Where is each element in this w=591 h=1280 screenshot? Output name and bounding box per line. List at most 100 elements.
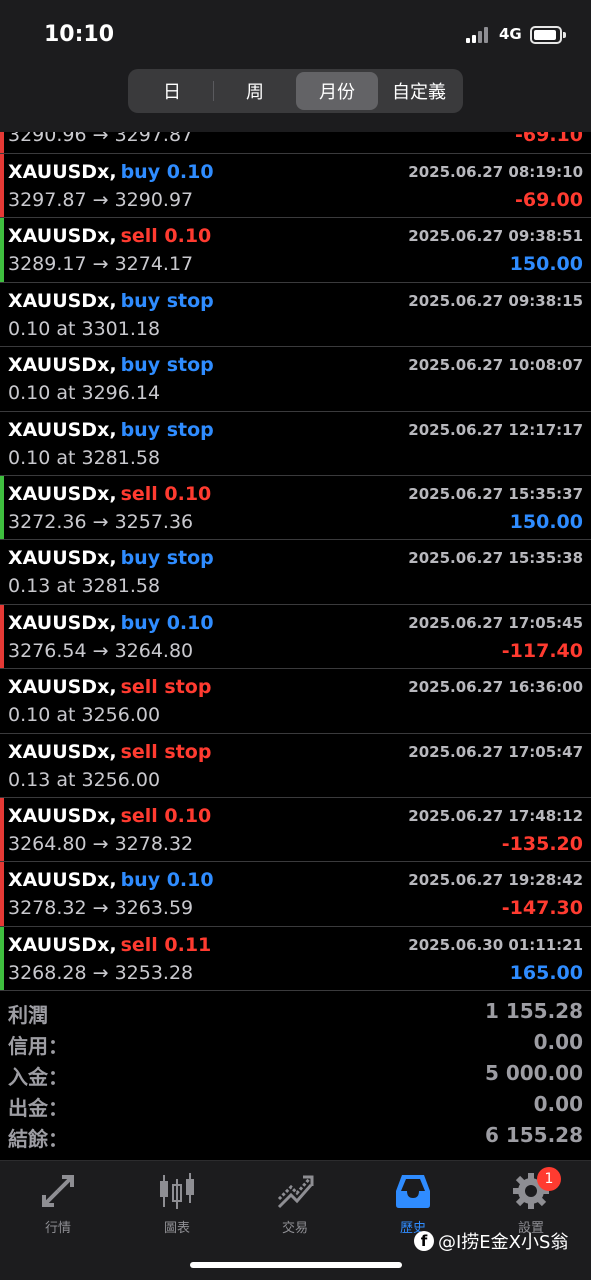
summary-label: 入金： — [8, 1065, 68, 1089]
trade-symbol: XAUUSDx, buy stop — [8, 547, 214, 569]
history-row[interactable]: XAUUSDx, sell 0.11 2025.06.30 01:11:21 3268… — [0, 926, 591, 992]
trade-time: 2025.06.27 12:17:17 — [408, 420, 583, 439]
battery-icon — [530, 26, 566, 44]
trade-detail: 3278.32 → 3263.59 — [8, 897, 194, 920]
trade-detail: 3268.28 → 3253.28 — [8, 961, 194, 984]
history-row[interactable]: XAUUSDx, sell 0.10 2025.06.27 09:38:51 3289… — [0, 218, 591, 283]
status-time: 10:10 — [44, 22, 115, 47]
watermark-text: @I捞E金X小S翁 — [438, 1232, 569, 1253]
signal-icon — [466, 27, 494, 43]
loss-indicator-bar — [0, 862, 4, 926]
trade-symbol: XAUUSDx, buy 0.10 — [8, 612, 214, 634]
symbol-name: XAUUSDx, — [8, 289, 117, 312]
trade-detail: 3272.36 → 3257.36 — [8, 510, 194, 533]
history-row[interactable]: XAUUSDx, buy 0.10 2025.06.27 08:19:10 3297.… — [0, 154, 591, 219]
history-row[interactable]: XAUUSDx, buy stop 2025.06.27 15:35:38 0.13 … — [0, 540, 591, 605]
summary-label: 利潤 — [8, 1003, 48, 1027]
tab-settings[interactable]: 1 設置 — [481, 1167, 581, 1236]
trade-profit: -69.00 — [515, 189, 583, 211]
summary-value: 5 000.00 — [484, 1061, 583, 1085]
tab-trade[interactable]: 交易 — [245, 1171, 345, 1236]
history-row[interactable]: XAUUSDx, buy stop 2025.06.27 12:17:17 0.10 … — [0, 412, 591, 476]
symbol-name: XAUUSDx, — [8, 740, 117, 763]
trade-detail: 3264.80 → 3278.32 — [8, 832, 194, 855]
trade-detail: 0.13 at 3256.00 — [8, 768, 161, 791]
symbol-name: XAUUSDx, — [8, 482, 117, 505]
summary-value: 0.00 — [533, 1092, 583, 1116]
trade-symbol: XAUUSDx, sell 0.10 — [8, 483, 211, 505]
trade-detail: 0.10 at 3301.18 — [8, 317, 161, 340]
trade-detail: 3290.96 → 3297.87 — [8, 132, 194, 146]
trade-action: buy stop — [120, 418, 214, 441]
trade-action: sell 0.10 — [120, 225, 212, 248]
tab-week[interactable]: 周 — [214, 72, 296, 110]
tab-day[interactable]: 日 — [131, 72, 213, 110]
history-row[interactable]: XAUUSDx, sell 0.10 2025.06.27 15:35:37 3272… — [0, 475, 591, 541]
trade-profit: 150.00 — [509, 510, 583, 533]
trade-symbol: XAUUSDx, sell 0.11 — [8, 934, 211, 956]
history-row[interactable]: XAUUSDx, buy 0.10 2025.06.27 17:05:45 3276.… — [0, 604, 591, 670]
trade-action: sell stop — [120, 740, 212, 763]
notification-badge: 1 — [537, 1167, 561, 1191]
trade-time: 2025.06.27 17:05:47 — [408, 742, 583, 761]
tab-history[interactable]: 歷史 — [363, 1171, 463, 1236]
trade-profit: -147.30 — [501, 897, 583, 920]
history-row-partial[interactable]: 3290.96 → 3297.87 -69.10 — [0, 132, 591, 154]
trade-profit: -69.10 — [515, 132, 583, 146]
history-row[interactable]: XAUUSDx, sell stop 2025.06.27 16:36:00 0.10… — [0, 669, 591, 734]
symbol-name: XAUUSDx, — [8, 611, 117, 634]
trade-profit: -117.40 — [501, 639, 583, 662]
network-type: 4G — [499, 25, 522, 43]
trade-time: 2025.06.27 15:35:38 — [408, 549, 583, 568]
trade-detail: 0.10 at 3296.14 — [8, 382, 161, 405]
candlestick-chart-icon — [127, 1171, 227, 1211]
trade-profit: -135.20 — [501, 832, 583, 855]
loss-indicator-bar — [0, 132, 4, 153]
loss-indicator-bar — [0, 604, 4, 669]
trade-action: buy stop — [120, 289, 214, 312]
trade-action: sell stop — [120, 676, 212, 699]
period-segmented-control: 日 周 月份 自定義 — [128, 69, 463, 113]
history-inbox-icon — [363, 1171, 463, 1211]
symbol-name: XAUUSDx, — [8, 418, 117, 441]
trade-action: buy 0.10 — [120, 161, 214, 183]
symbol-name: XAUUSDx, — [8, 869, 117, 892]
symbol-name: XAUUSDx, — [8, 804, 117, 827]
summary-value: 0.00 — [533, 1030, 583, 1054]
symbol-name: XAUUSDx, — [8, 354, 117, 377]
trade-symbol: XAUUSDx, sell stop — [8, 741, 211, 763]
tab-charts[interactable]: 圖表 — [127, 1171, 227, 1236]
history-list: 3290.96 → 3297.87 -69.10 XAUUSDx, buy 0.1… — [0, 132, 591, 992]
summary-value: 6 155.28 — [484, 1123, 583, 1147]
summary-label: 出金： — [8, 1096, 68, 1120]
history-row[interactable]: XAUUSDx, buy stop 2025.06.27 09:38:15 0.10 … — [0, 283, 591, 348]
trade-action: buy 0.10 — [120, 611, 214, 634]
tab-month[interactable]: 月份 — [296, 72, 378, 110]
home-indicator[interactable] — [190, 1262, 402, 1268]
profit-indicator-bar — [0, 218, 4, 282]
trade-symbol: XAUUSDx, sell 0.10 — [8, 225, 211, 247]
trade-action: sell 0.10 — [120, 804, 212, 827]
tab-label: 行情 — [44, 1221, 71, 1236]
tab-quotes[interactable]: 行情 — [8, 1171, 108, 1236]
trade-time: 2025.06.27 19:28:42 — [408, 871, 583, 890]
watermark: f @I捞E金X小S翁 — [414, 1228, 568, 1254]
summary-label: 結餘： — [8, 1127, 68, 1151]
history-row[interactable]: XAUUSDx, sell 0.10 2025.06.27 17:48:12 3264… — [0, 797, 591, 863]
trade-symbol: XAUUSDx, buy stop — [8, 419, 214, 441]
history-row[interactable]: XAUUSDx, sell stop 2025.06.27 17:05:47 0.13… — [0, 734, 591, 798]
gear-icon — [481, 1171, 581, 1211]
trade-time: 2025.06.27 09:38:15 — [408, 291, 583, 310]
history-row[interactable]: XAUUSDx, buy stop 2025.06.27 10:08:07 0.10 … — [0, 347, 591, 412]
history-row[interactable]: XAUUSDx, buy 0.10 2025.06.27 19:28:42 3278.… — [0, 862, 591, 927]
trade-profit: 165.00 — [509, 961, 583, 984]
profit-indicator-bar — [0, 475, 4, 540]
trade-symbol: XAUUSDx, sell stop — [8, 676, 211, 698]
quotes-arrows-icon — [8, 1171, 108, 1211]
trade-action: buy stop — [120, 354, 214, 377]
trade-time: 2025.06.27 08:19:10 — [408, 163, 583, 181]
symbol-name: XAUUSDx, — [8, 547, 117, 570]
tab-custom[interactable]: 自定義 — [378, 72, 460, 110]
summary-label: 信用： — [8, 1034, 68, 1058]
symbol-name: XAUUSDx, — [8, 161, 117, 183]
